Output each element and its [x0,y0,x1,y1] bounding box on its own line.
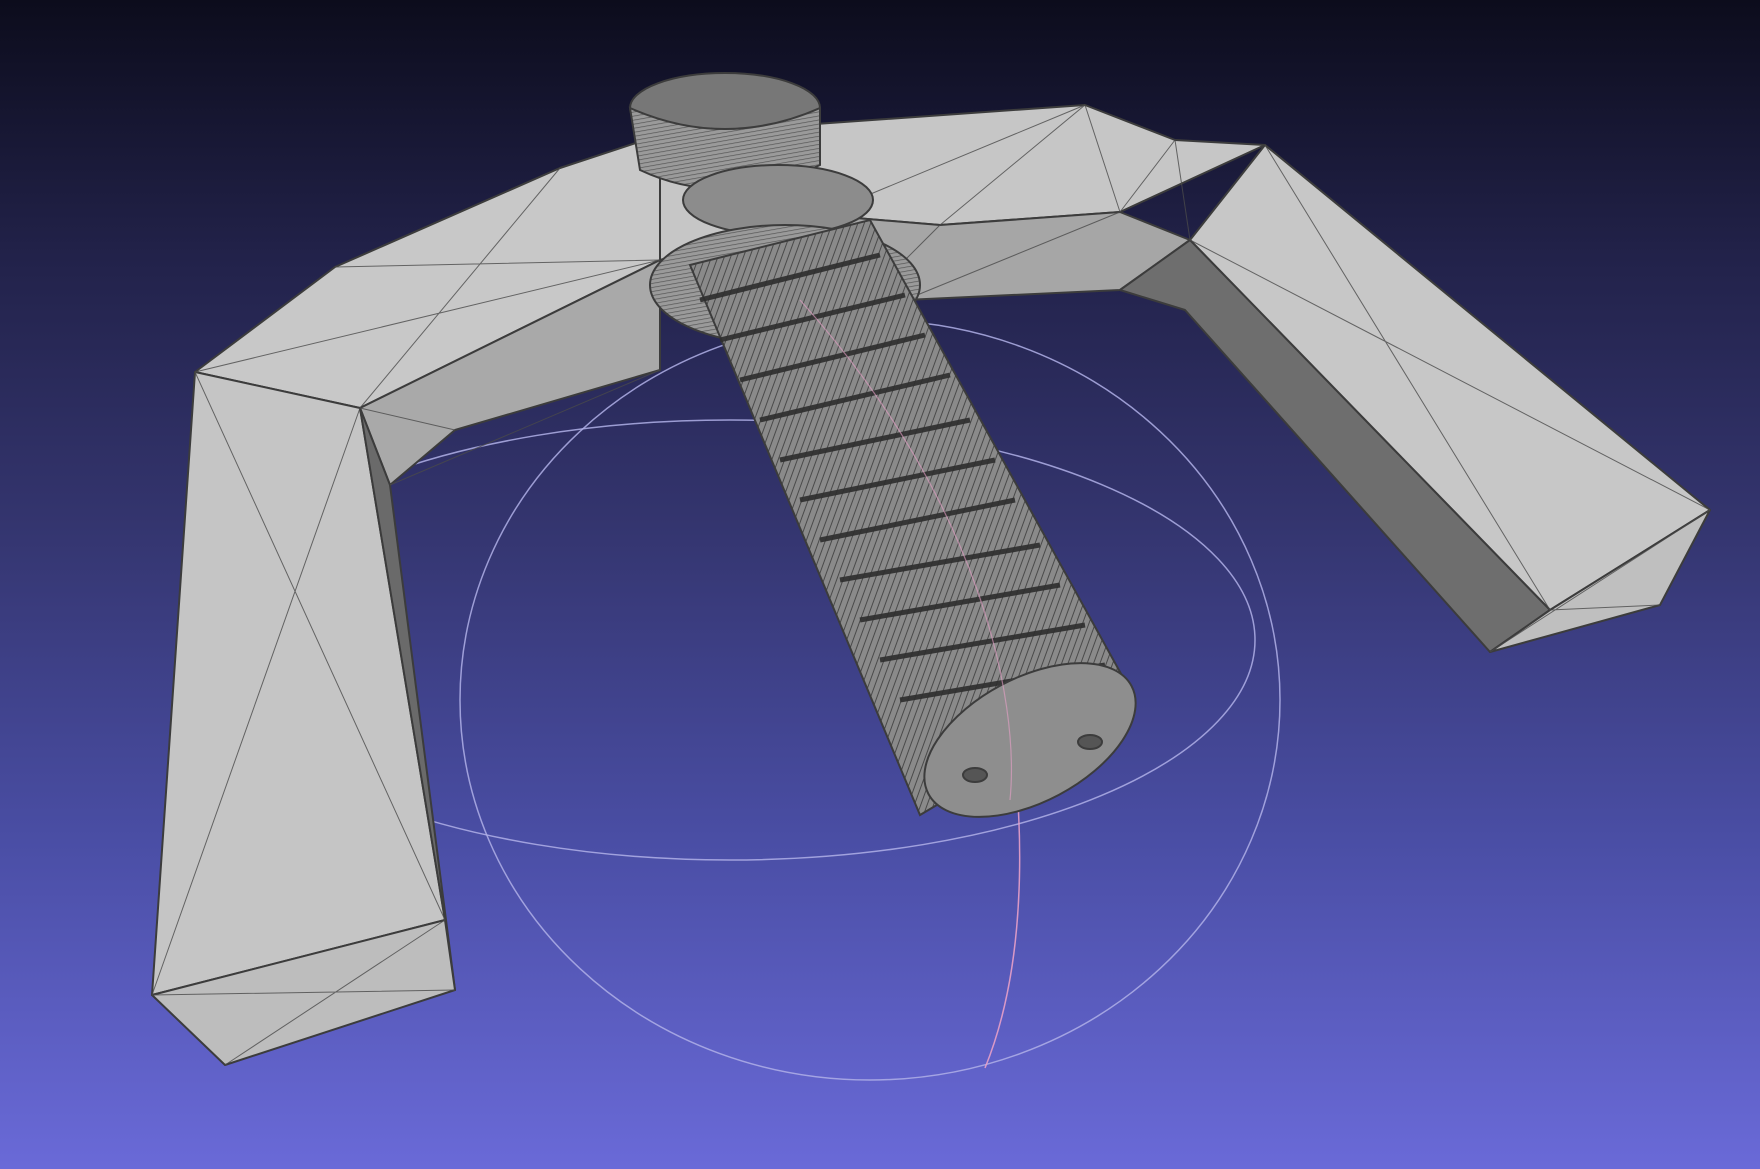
shaft-end-hub-right [1077,734,1103,750]
mesh-scene[interactable] [0,0,1760,1169]
3d-viewport[interactable] [0,0,1760,1169]
threaded-shaft-mesh [688,218,1137,818]
shaft-end-hub-left [962,767,988,783]
